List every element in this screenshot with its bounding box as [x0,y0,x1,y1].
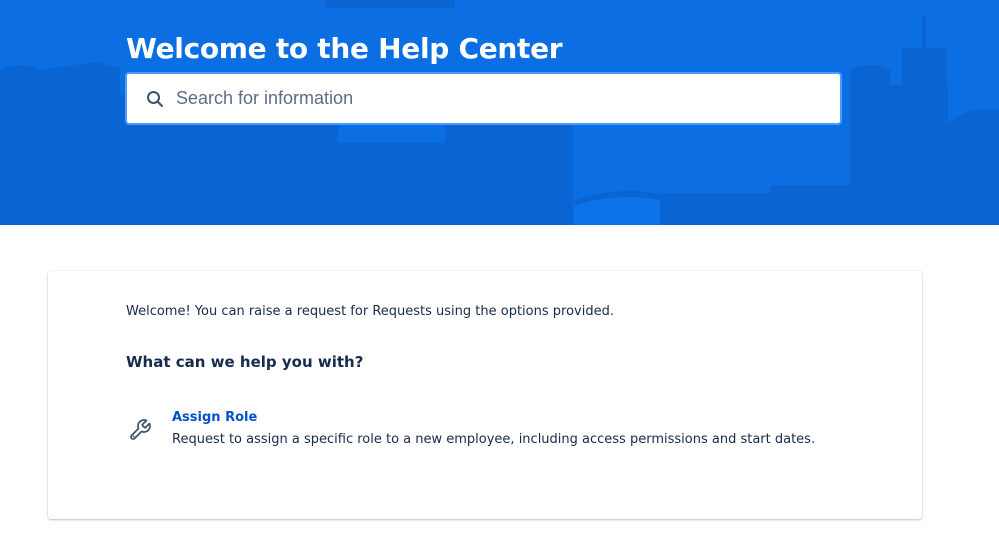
search-icon [147,90,163,107]
wrench-icon [130,419,151,440]
request-type-title[interactable]: Assign Role [172,410,257,425]
search-box[interactable] [125,72,842,125]
request-portal-card: Welcome! You can raise a request for Req… [48,271,922,519]
page-title: Welcome to the Help Center [126,32,563,65]
section-heading: What can we help you with? [126,353,364,371]
welcome-message: Welcome! You can raise a request for Req… [126,304,614,319]
search-input[interactable] [174,87,818,110]
request-type-description: Request to assign a specific role to a n… [172,432,816,447]
request-type-assign-role[interactable]: Assign Role Request to assign a specific… [126,410,826,454]
hero-banner: Welcome to the Help Center [0,0,999,225]
